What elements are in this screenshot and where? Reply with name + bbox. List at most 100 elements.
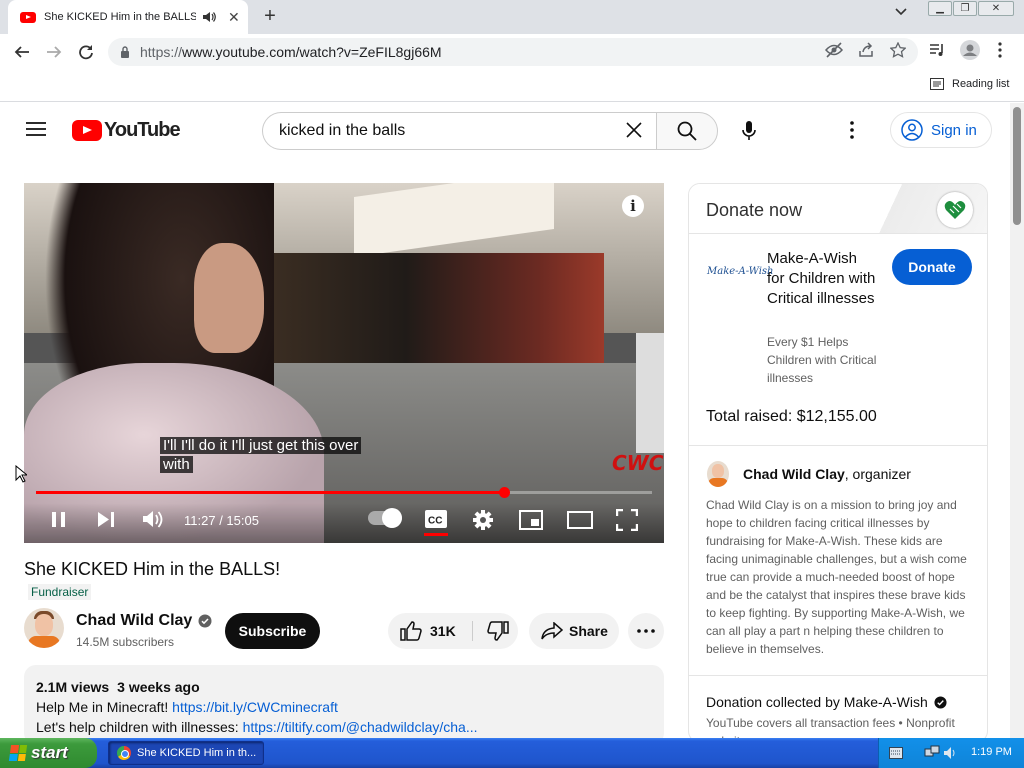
duration: 15:05	[226, 513, 259, 528]
taskbar-chrome-window[interactable]: She KICKED Him in th...	[108, 741, 264, 765]
info-icon[interactable]: i	[622, 195, 644, 217]
youtube-masthead: YouTube kicked in the balls Sign in	[0, 103, 1010, 159]
system-tray: 1:19 PM	[878, 738, 1024, 768]
taskbar-window-title: She KICKED Him in th...	[137, 747, 257, 759]
windows-taskbar: start She KICKED Him in th... 1:19 PM	[0, 738, 1024, 768]
settings-more-icon[interactable]	[850, 121, 854, 139]
search-input[interactable]: kicked in the balls	[262, 112, 656, 150]
start-button[interactable]: start	[0, 738, 97, 768]
autoplay-toggle[interactable]	[368, 508, 402, 528]
theater-mode-icon[interactable]	[567, 511, 593, 529]
more-actions-icon[interactable]	[628, 613, 664, 649]
voice-search-mic-icon[interactable]	[730, 112, 768, 150]
donate-divider-1	[689, 445, 987, 446]
volume-icon[interactable]	[142, 507, 164, 531]
url-prefix: https://	[140, 44, 183, 60]
fullscreen-icon[interactable]	[616, 509, 638, 531]
youtube-play-logo-icon	[72, 120, 102, 141]
search-button[interactable]	[656, 112, 718, 150]
organizer-line: Chad Wild Clay, organizer	[743, 466, 911, 482]
pause-icon[interactable]	[50, 507, 68, 531]
media-control-icon[interactable]	[929, 42, 945, 58]
avatar-shirt	[28, 636, 60, 648]
avatar-face	[35, 614, 53, 636]
channel-name-link[interactable]: Chad Wild Clay	[76, 612, 212, 630]
upload-date: 3 weeks ago	[117, 679, 200, 695]
page-scrollbar[interactable]	[1010, 103, 1024, 738]
url-host: www.youtube.com	[182, 44, 296, 60]
forward-arrow-icon[interactable]	[42, 40, 66, 64]
miniplayer-icon[interactable]	[519, 510, 543, 530]
keyboard-icon[interactable]	[889, 747, 903, 759]
tracking-protection-eye-icon[interactable]	[825, 42, 843, 58]
share-arrow-icon	[541, 622, 563, 640]
bookmarks-bar: Reading list	[0, 70, 1024, 102]
mouse-cursor-icon	[15, 465, 27, 483]
view-count: 2.1M views	[36, 679, 110, 695]
subscribe-button[interactable]: Subscribe	[225, 613, 320, 649]
lock-icon	[120, 46, 130, 58]
chrome-icon	[117, 746, 131, 760]
profile-avatar-icon[interactable]	[960, 40, 980, 60]
speaker-icon[interactable]	[202, 11, 216, 23]
like-button[interactable]: 31K	[388, 613, 472, 649]
channel-watermark[interactable]: CWC	[612, 451, 663, 475]
dislike-button[interactable]	[480, 613, 516, 649]
donate-divider-2	[689, 675, 987, 676]
channel-avatar[interactable]	[24, 608, 64, 648]
svg-text:CC: CC	[428, 516, 442, 527]
thumbs-down-icon	[487, 621, 509, 641]
address-bar[interactable]: https://www.youtube.com/watch?v=ZeFIL8gj…	[108, 38, 918, 66]
restore-window-button[interactable]: ❐	[953, 1, 977, 16]
thumbs-up-icon	[400, 621, 422, 641]
minecraft-link[interactable]: https://bit.ly/CWCminecraft	[172, 699, 338, 715]
account-circle-icon	[901, 119, 923, 141]
sign-in-button[interactable]: Sign in	[890, 112, 992, 148]
youtube-logo[interactable]: YouTube	[72, 119, 181, 142]
network-icon[interactable]	[924, 745, 940, 761]
channel-name: Chad Wild Clay	[76, 612, 193, 629]
tiltify-link[interactable]: https://tiltify.com/@chadwildclay/cha...	[243, 719, 478, 735]
share-page-icon[interactable]	[858, 42, 874, 58]
organizer-avatar	[707, 461, 729, 487]
video-description[interactable]: 2.1M views 3 weeks ago Help Me in Minecra…	[24, 665, 664, 745]
current-time: 11:27	[184, 513, 216, 528]
back-arrow-icon[interactable]	[10, 40, 34, 64]
minimize-window-button[interactable]: ▁	[928, 1, 952, 16]
new-tab-button[interactable]: +	[258, 4, 282, 28]
sign-in-label: Sign in	[931, 121, 977, 139]
scrollbar-thumb[interactable]	[1013, 107, 1021, 225]
tab-close-icon[interactable]: ✕	[228, 9, 240, 26]
subtitles-cc-icon[interactable]: CC	[424, 509, 448, 529]
browser-menu-icon[interactable]	[998, 42, 1002, 58]
time-display: 11:27 / 15:05	[184, 513, 259, 528]
caption-line-1: I'll I'll do it I'll just get this over	[160, 437, 362, 454]
charity-tagline: Every $1 Helps Children with Critical il…	[767, 335, 877, 385]
video-frame-person-face	[194, 243, 264, 353]
donate-button[interactable]: Donate	[892, 249, 972, 285]
windows-flag-icon	[8, 745, 28, 761]
close-window-button[interactable]: ✕	[978, 1, 1014, 16]
browser-tab[interactable]: She KICKED Him in the BALLS! ✕	[8, 0, 248, 34]
caption-line-2: with	[160, 456, 193, 473]
tab-search-chevron-icon[interactable]	[895, 8, 907, 16]
description-text-1: Help Me in Minecraft!	[36, 699, 173, 715]
volume-tray-icon[interactable]	[943, 745, 959, 761]
settings-gear-icon[interactable]	[472, 509, 494, 531]
video-title: She KICKED Him in the BALLS!	[24, 559, 281, 579]
clear-search-icon[interactable]	[626, 122, 642, 138]
bookmark-star-icon[interactable]	[890, 42, 906, 58]
video-progress-bar[interactable]	[36, 487, 652, 498]
description-line-2: Let's help children with illnesses: http…	[36, 717, 652, 737]
closed-captions: I'll I'll do it I'll just get this over …	[160, 436, 362, 474]
video-player[interactable]: i CWC I'll I'll do it I'll just get this…	[24, 183, 664, 543]
reading-list-button[interactable]: Reading list	[930, 78, 1009, 90]
menu-hamburger-icon[interactable]	[26, 121, 46, 137]
subscriber-count: 14.5M subscribers	[76, 635, 175, 649]
verified-check-icon	[198, 614, 212, 628]
organizer-description: Chad Wild Clay is on a mission to bring …	[706, 498, 967, 656]
share-button[interactable]: Share	[529, 613, 619, 649]
next-video-icon[interactable]	[96, 507, 116, 531]
reload-icon[interactable]	[74, 40, 98, 64]
progress-scrubber-handle[interactable]	[498, 487, 510, 498]
